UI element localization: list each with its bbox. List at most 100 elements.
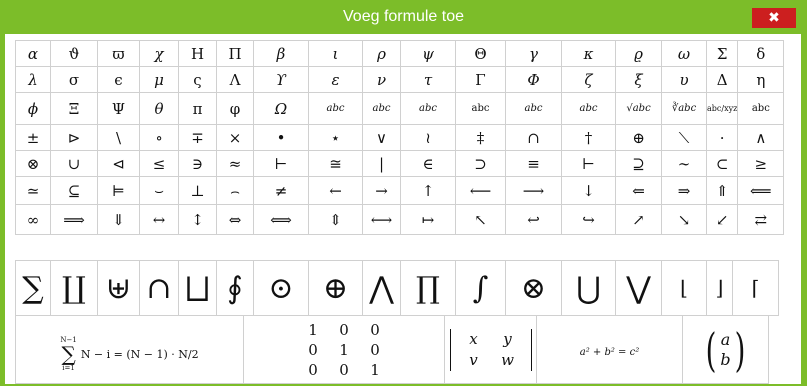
symbol-cell[interactable]: ≤	[139, 150, 179, 177]
symbol-cell[interactable]: ω	[661, 40, 707, 67]
symbol-cell[interactable]: ι	[308, 40, 363, 67]
symbol-cell[interactable]: ↔	[139, 204, 179, 235]
symbol-cell[interactable]: ∞	[15, 204, 51, 235]
symbol-cell[interactable]: Ω	[253, 92, 309, 125]
big-operator-cell[interactable]: ∩	[139, 260, 179, 316]
symbol-cell[interactable]: λ	[15, 66, 51, 93]
symbol-cell[interactable]: abc	[737, 92, 785, 125]
symbol-cell[interactable]: θ	[139, 92, 179, 125]
symbol-cell[interactable]: τ	[400, 66, 456, 93]
symbol-cell[interactable]: π	[178, 92, 217, 125]
symbol-cell[interactable]: Φ	[505, 66, 562, 93]
symbol-cell[interactable]: ≡	[505, 150, 562, 177]
symbol-cell[interactable]: abc	[455, 92, 506, 125]
big-operator-cell[interactable]: ⌈	[732, 260, 779, 316]
symbol-cell[interactable]: ∨	[362, 124, 401, 151]
symbol-cell[interactable]: κ	[561, 40, 616, 67]
symbol-cell[interactable]: |	[362, 150, 401, 177]
symbol-cell[interactable]: α	[15, 40, 51, 67]
symbol-cell[interactable]: ∓	[178, 124, 217, 151]
big-operator-cell[interactable]: ∫	[455, 260, 506, 316]
symbol-cell[interactable]: ↪	[561, 204, 616, 235]
symbol-cell[interactable]: ⟺	[253, 204, 309, 235]
symbol-cell[interactable]: ⊨	[97, 176, 140, 205]
symbol-cell[interactable]: ζ	[561, 66, 616, 93]
symbol-cell[interactable]: ≥	[737, 150, 785, 177]
symbol-cell[interactable]: ∼	[661, 150, 707, 177]
symbol-cell[interactable]: ·	[705, 124, 739, 151]
big-operator-cell[interactable]: ∮	[216, 260, 254, 316]
symbol-cell[interactable]: Γ	[455, 66, 506, 93]
symbol-cell[interactable]: abc	[561, 92, 616, 125]
symbol-cell[interactable]: ≃	[15, 176, 51, 205]
symbol-cell[interactable]: abc	[308, 92, 363, 125]
symbol-cell[interactable]: ⋆	[308, 124, 363, 151]
symbol-cell[interactable]: υ	[661, 66, 707, 93]
symbol-cell[interactable]: ↗	[615, 204, 662, 235]
symbol-cell[interactable]: abc/xyz	[705, 92, 739, 125]
formula-vector[interactable]: ( a b )	[682, 315, 769, 384]
symbol-cell[interactable]: ⟵	[455, 176, 506, 205]
symbol-cell[interactable]: γ	[505, 40, 562, 67]
symbol-cell[interactable]: ⟶	[505, 176, 562, 205]
big-operator-cell[interactable]: ∑	[15, 260, 51, 316]
symbol-cell[interactable]: Ξ	[50, 92, 98, 125]
symbol-cell[interactable]: χ	[139, 40, 179, 67]
symbol-cell[interactable]: ↘	[661, 204, 707, 235]
symbol-cell[interactable]: ×	[216, 124, 254, 151]
symbol-cell[interactable]: ν	[362, 66, 401, 93]
symbol-cell[interactable]: ∘	[139, 124, 179, 151]
symbol-cell[interactable]: ∛abc	[661, 92, 707, 125]
symbol-cell[interactable]: ⟹	[50, 204, 98, 235]
symbol-cell[interactable]: ≠	[253, 176, 309, 205]
big-operator-cell[interactable]: ⊎	[97, 260, 140, 316]
symbol-cell[interactable]: ⇐	[615, 176, 662, 205]
symbol-cell[interactable]: ‡	[455, 124, 506, 151]
symbol-cell[interactable]: ρ	[362, 40, 401, 67]
symbol-cell[interactable]: ←	[308, 176, 363, 205]
symbol-cell[interactable]: ⊂	[705, 150, 739, 177]
symbol-cell[interactable]: †	[561, 124, 616, 151]
symbol-cell[interactable]: abc	[362, 92, 401, 125]
symbol-cell[interactable]: σ	[50, 66, 98, 93]
big-operator-cell[interactable]: ⋀	[362, 260, 401, 316]
symbol-cell[interactable]: ↑	[400, 176, 456, 205]
symbol-cell[interactable]: ≅	[308, 150, 363, 177]
close-button[interactable]: ✖	[752, 8, 796, 28]
symbol-cell[interactable]: abc	[505, 92, 562, 125]
symbol-cell[interactable]: ⌣	[139, 176, 179, 205]
formula-matrix[interactable]: 100 010 001	[243, 315, 445, 384]
big-operator-cell[interactable]: ⌋	[706, 260, 733, 316]
symbol-cell[interactable]: √abc	[615, 92, 662, 125]
big-operator-cell[interactable]: ⨆	[178, 260, 217, 316]
symbol-cell[interactable]: ⌢	[216, 176, 254, 205]
symbol-cell[interactable]: H	[178, 40, 217, 67]
symbol-cell[interactable]: ⊆	[50, 176, 98, 205]
symbol-cell[interactable]: ↩	[505, 204, 562, 235]
symbol-cell[interactable]: ≀	[400, 124, 456, 151]
symbol-cell[interactable]: \	[97, 124, 140, 151]
symbol-cell[interactable]: ∧	[737, 124, 785, 151]
symbol-cell[interactable]: μ	[139, 66, 179, 93]
symbol-cell[interactable]: ±	[15, 124, 51, 151]
symbol-cell[interactable]: ⇕	[308, 204, 363, 235]
symbol-cell[interactable]: →	[362, 176, 401, 205]
formula-pythagoras[interactable]: a² + b² = c²	[536, 315, 683, 384]
symbol-cell[interactable]: ↦	[400, 204, 456, 235]
symbol-cell[interactable]: ς	[178, 66, 217, 93]
symbol-cell[interactable]: Σ	[705, 40, 739, 67]
symbol-cell[interactable]: Θ	[455, 40, 506, 67]
symbol-cell[interactable]: ⊕	[615, 124, 662, 151]
symbol-cell[interactable]: ≈	[216, 150, 254, 177]
symbol-cell[interactable]: ⊲	[97, 150, 140, 177]
formula-sum[interactable]: N−1 ∑ i=1 N − i = (N − 1) · N/2	[15, 315, 244, 384]
symbol-cell[interactable]: ⇄	[737, 204, 785, 235]
symbol-cell[interactable]: ⊗	[15, 150, 51, 177]
symbol-cell[interactable]: ε	[308, 66, 363, 93]
symbol-cell[interactable]: ∋	[178, 150, 217, 177]
symbol-cell[interactable]: ⊳	[50, 124, 98, 151]
symbol-cell[interactable]: ϑ	[50, 40, 98, 67]
symbol-cell[interactable]: ⊢	[253, 150, 309, 177]
symbol-cell[interactable]: δ	[737, 40, 785, 67]
symbol-cell[interactable]: ⇒	[661, 176, 707, 205]
